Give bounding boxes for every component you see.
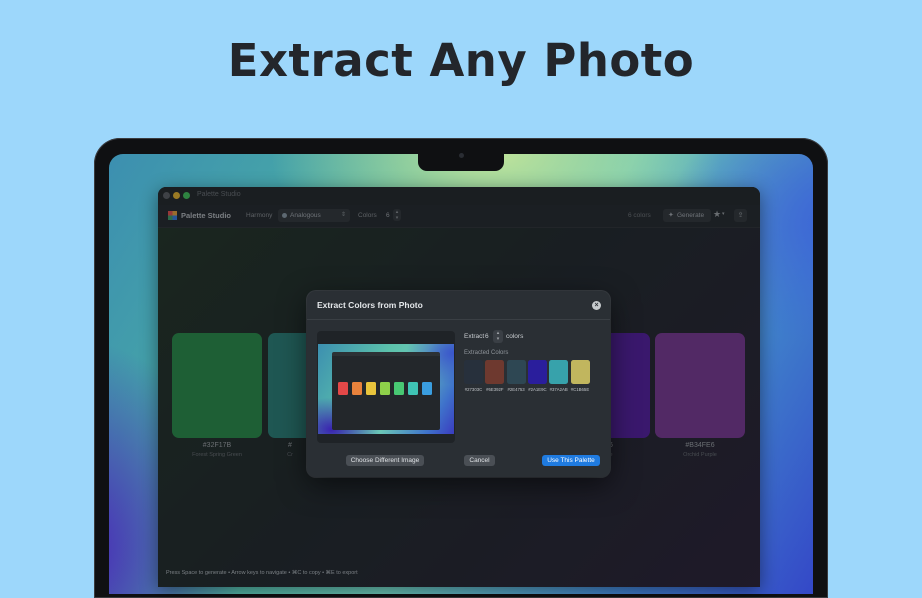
keyboard-hint: Press Space to generate • Arrow keys to …: [166, 570, 358, 576]
extracted-hex: #C1B65E: [570, 387, 590, 392]
extract-count: 6: [485, 333, 489, 340]
preview-swatch: [408, 382, 418, 395]
preview-swatch: [380, 382, 390, 395]
preview-swatch: [366, 382, 376, 395]
preview-swatch: [422, 382, 432, 395]
close-icon[interactable]: ×: [592, 301, 601, 310]
preview-swatch: [352, 382, 362, 395]
extract-colors-dialog: Extract Colors from Photo × Extract 6 ▴ ▾…: [307, 291, 610, 477]
photo-image: [318, 344, 454, 434]
extracted-swatch[interactable]: [464, 360, 483, 384]
preview-swatch: [338, 382, 348, 395]
photo-preview: [317, 331, 455, 443]
headline: Extract Any Photo: [227, 34, 695, 87]
choose-image-button[interactable]: Choose Different Image: [346, 455, 424, 466]
camera-icon: [459, 153, 464, 158]
photo-content: [332, 352, 440, 430]
extracted-swatch[interactable]: [485, 360, 505, 384]
cancel-button[interactable]: Cancel: [464, 455, 495, 466]
extracted-colors-label: Extracted Colors: [464, 350, 509, 356]
extract-count-stepper[interactable]: ▴ ▾: [493, 330, 503, 343]
extract-label: Extract: [464, 333, 485, 340]
extracted-swatch[interactable]: [527, 360, 547, 384]
use-palette-button[interactable]: Use This Palette: [542, 455, 600, 466]
divider: [307, 319, 610, 320]
colors-word: colors: [506, 333, 524, 340]
preview-swatch: [394, 382, 404, 395]
dialog-title: Extract Colors from Photo: [317, 300, 423, 310]
extracted-swatch[interactable]: [570, 360, 590, 384]
extracted-swatch[interactable]: [549, 360, 569, 384]
extracted-swatch[interactable]: [506, 360, 526, 384]
